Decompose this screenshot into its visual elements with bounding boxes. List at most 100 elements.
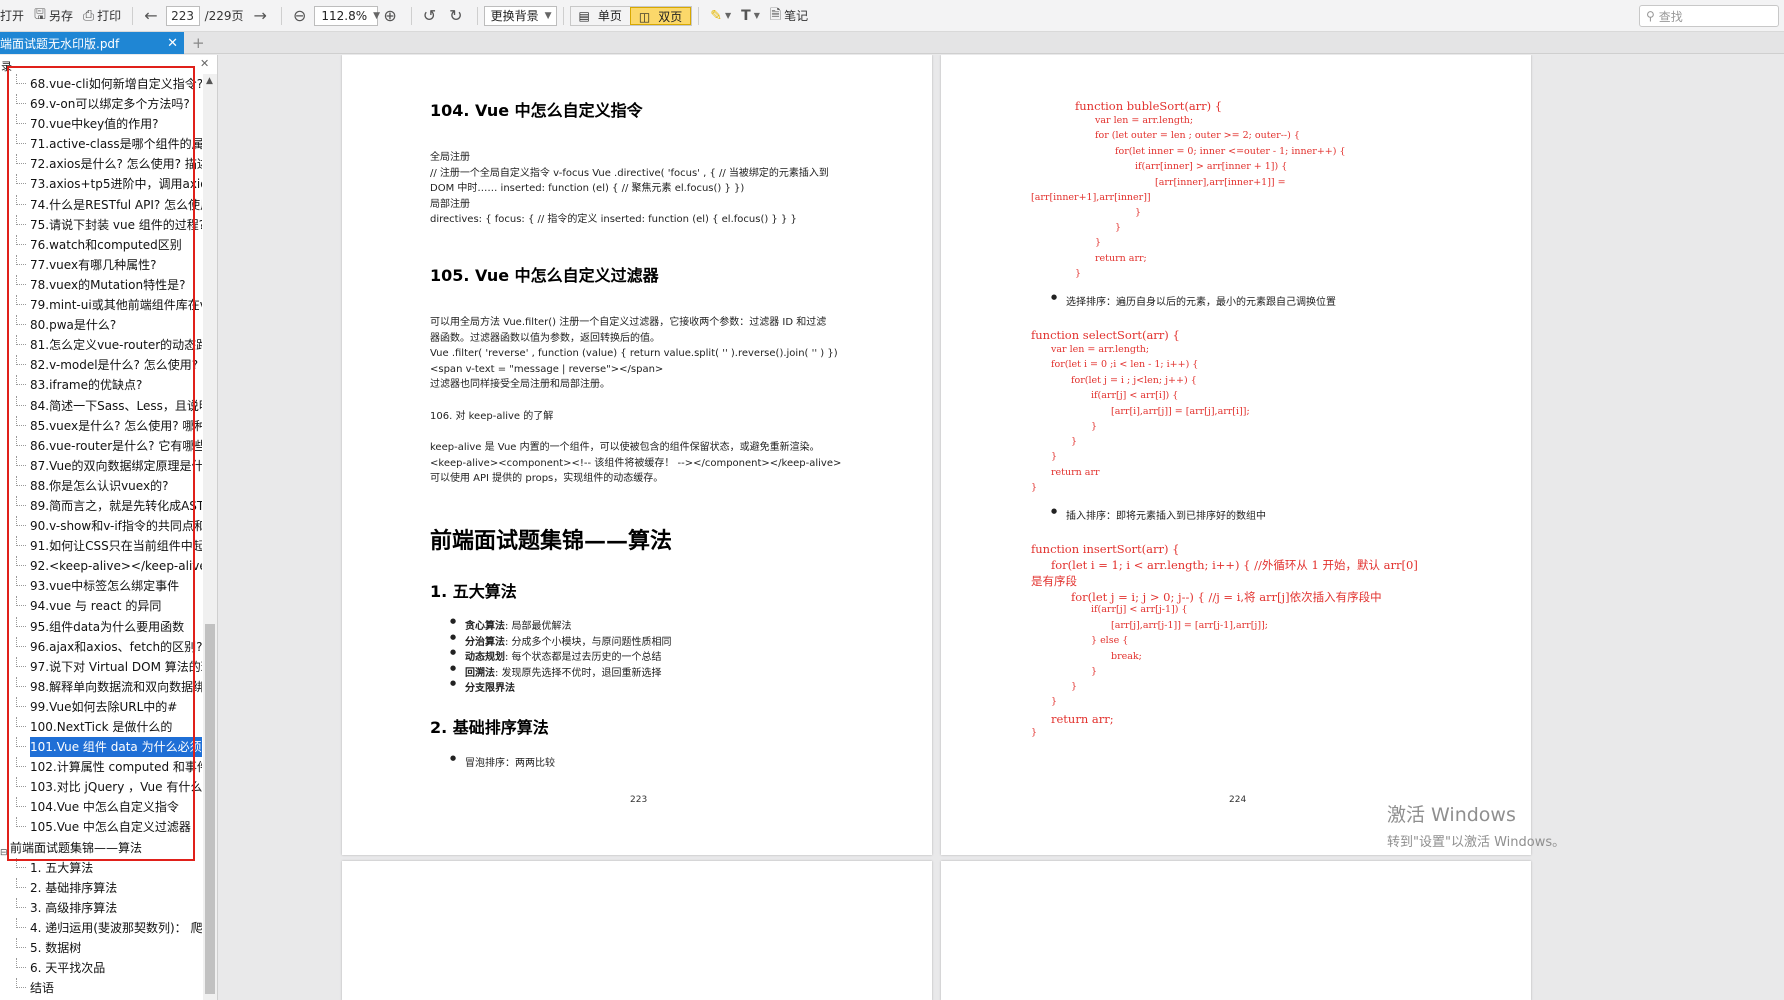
note-label: 笔记 [784, 9, 809, 23]
close-icon[interactable]: ✕ [200, 57, 209, 70]
code-line: [arr[i],arr[j]] = [arr[j],arr[i]]; [1111, 406, 1250, 417]
zoom-select[interactable]: 112.8% ▼ [314, 5, 380, 26]
code-line: return arr [1051, 467, 1100, 478]
code-line: } [1031, 727, 1038, 738]
page-number: 223 [630, 795, 648, 805]
paragraph-line: <keep-alive><component><!-- 该组件将被缓存！ -->… [430, 457, 842, 469]
highlight-button[interactable]: ✎ ▼ [705, 4, 736, 28]
sidebar-outline-item[interactable]: 6. 天平找次品 [0, 958, 202, 978]
new-tab-button[interactable]: + [192, 34, 205, 52]
outline-item-label: 5. 数据树 [30, 941, 82, 956]
background-label: 更换背景 [490, 9, 539, 23]
code-line: } [1115, 222, 1122, 233]
watermark-line-2: 转到"设置"以激活 Windows。 [1387, 835, 1566, 850]
algorithm-desc: : 每个状态都是过去历史的一个总结 [505, 652, 662, 663]
sidebar-outline-item[interactable]: 4. 递归运用(斐波那契数列)： 爬楼梯问 [0, 917, 202, 938]
list-item: 冒泡排序：两两比较 [450, 754, 555, 769]
toolbar-divider [280, 6, 282, 25]
save-as-button[interactable]: 🖫 另存 [29, 4, 78, 28]
printer-icon: ⎙ [82, 7, 95, 24]
background-select[interactable]: 更换背景 ▼ [483, 5, 557, 26]
toolbar-divider [476, 6, 478, 25]
code-line: var len = arr.length; [1051, 344, 1150, 355]
text-tool-button[interactable]: T ▼ [736, 4, 765, 28]
close-icon[interactable]: ✕ [167, 36, 178, 51]
heading-basic-sorting: 2. 基础排序算法 [430, 718, 549, 737]
paragraph-line: 可以用全局方法 Vue.filter() 注册一个自定义过滤器，它接收两个参数：… [430, 317, 827, 328]
single-page-button[interactable]: ▤ 单页 [571, 7, 630, 25]
note-icon: 🗎 [769, 6, 782, 23]
code-line: for(let i = 0 ;i < len - 1; i++) { [1051, 359, 1199, 370]
scroll-up-icon[interactable]: ▲ [206, 76, 213, 86]
outline-item-label: 结语 [30, 981, 55, 996]
double-page-button[interactable]: ◫ 双页 [629, 6, 692, 25]
page-number: 224 [1229, 795, 1247, 805]
code-line: } [1135, 207, 1142, 218]
code-line: } [1075, 268, 1082, 279]
code-line: for(let j = i; j > 0; j--) { //j = i,将 a… [1071, 590, 1382, 604]
code-line: } [1071, 681, 1078, 692]
rotate-left-icon: ↺ [422, 6, 437, 25]
chapter-title: 前端面试题集锦——算法 [430, 528, 673, 554]
code-line: [arr[inner],arr[inner+1]] = [1155, 177, 1286, 188]
outline-item-label: 4. 递归运用(斐波那契数列)： 爬楼梯问 [30, 920, 202, 935]
double-page-icon: ◫ [638, 9, 651, 24]
tree-connector [16, 958, 26, 969]
heading-105: 105. Vue 中怎么自定义过滤器 [430, 266, 659, 285]
code-line: } [1091, 666, 1098, 677]
pdf-page-next-left [342, 861, 932, 1000]
outline-sidebar: 目录 ✕ 68.vue-cli如何新增自定义指令?69.v-on可以绑定多个方法… [0, 55, 218, 1000]
toolbar-divider [132, 6, 134, 25]
sidebar-outline-item[interactable]: 2. 基础排序算法 [0, 877, 202, 898]
single-page-label: 单页 [597, 8, 622, 23]
search-input[interactable]: ⚲ 查找 [1639, 5, 1779, 27]
note-button[interactable]: 🗎 笔记 [765, 4, 813, 28]
scrollbar-thumb[interactable] [205, 624, 215, 994]
watermark-line-1: 激活 Windows [1387, 804, 1516, 826]
code-line: [arr[inner+1],arr[inner]] [1031, 192, 1151, 203]
list-item: 回溯法: 发现原先选择不优时，退回重新选择 [450, 664, 662, 679]
sidebar-outline-item[interactable]: 5. 数据树 [0, 938, 202, 958]
sidebar-scrollbar[interactable]: ▲ [203, 74, 217, 1000]
code-line: } [1095, 237, 1102, 248]
list-item: 插入排序：即将元素插入到已排序好的数组中 [1051, 507, 1266, 522]
tab-bar: 前端面试题无水印版.pdf ✕ + [0, 32, 1784, 54]
prev-page-button[interactable]: ← [139, 4, 165, 28]
next-page-button[interactable]: → [249, 4, 275, 28]
zoom-out-button[interactable]: ⊖ [288, 4, 314, 28]
code-line: for(let i = 1; i < arr.length; i++) { //… [1051, 558, 1418, 572]
save-as-label: 另存 [48, 9, 73, 23]
algorithm-desc: : 局部最优解法 [505, 621, 572, 632]
print-button[interactable]: ⎙ 打印 [78, 4, 126, 28]
zoom-value: 112.8% [321, 8, 368, 23]
page-number-input[interactable]: 223 [165, 5, 200, 26]
arrow-right-icon: → [253, 6, 267, 25]
tree-connector [16, 917, 26, 928]
search-icon: ⚲ [1646, 9, 1655, 23]
chevron-down-icon: ▼ [724, 11, 732, 20]
open-button[interactable]: 打开 [0, 4, 29, 28]
chevron-down-icon: ▼ [544, 10, 552, 21]
code-line: function selectSort(arr) { [1031, 328, 1180, 342]
paragraph-line: Vue .filter( 'reverse' , function (value… [430, 348, 838, 359]
list-item: 贪心算法: 局部最优解法 [450, 617, 572, 632]
algorithm-desc: : 分成多个小模块，与原问题性质相同 [505, 636, 672, 648]
open-label: 打开 [0, 9, 25, 23]
code-line: if(arr[j] < arr[j-1]) { [1091, 604, 1188, 615]
page-total-text: /229页 [204, 9, 244, 23]
paragraph-line: 器函数。过滤器函数以值为参数，返回转换后的值。 [430, 332, 660, 344]
sidebar-outline-item[interactable]: 3. 高级排序算法 [0, 897, 202, 918]
heading-five-algorithms: 1. 五大算法 [430, 582, 517, 601]
rotate-left-button[interactable]: ↺ [418, 4, 444, 28]
tab-document[interactable]: 前端面试题无水印版.pdf ✕ [0, 32, 184, 54]
pdf-page-next-right [941, 861, 1531, 1000]
rotate-right-button[interactable]: ↻ [444, 4, 470, 28]
code-line: } [1051, 451, 1058, 462]
list-item: 分治算法: 分成多个小模块，与原问题性质相同 [450, 633, 672, 648]
page-mode-toggle: ▤ 单页 ◫ 双页 [569, 5, 693, 26]
arrow-left-icon: ← [144, 6, 158, 25]
zoom-in-icon: ⊕ [383, 6, 397, 25]
zoom-in-button[interactable]: ⊕ [378, 4, 404, 28]
sidebar-outline-item[interactable]: 结语 [0, 978, 202, 998]
paragraph-line: <span v-text = "message | reverse"></spa… [430, 363, 664, 375]
